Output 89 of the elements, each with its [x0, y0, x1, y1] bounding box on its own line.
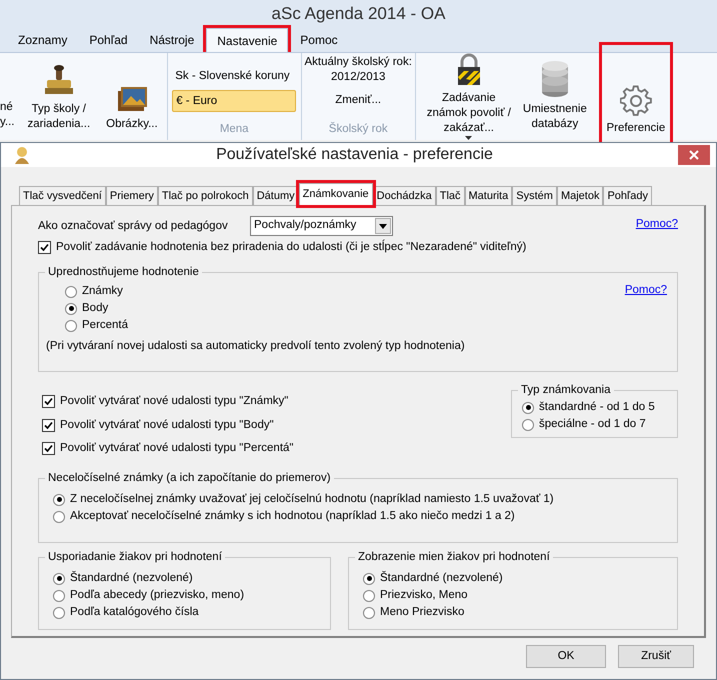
dialog-tab[interactable]: Majetok — [556, 186, 604, 205]
radio-label: Priezvisko, Meno — [380, 588, 468, 603]
ribbon-tab[interactable]: Nastavenie — [206, 28, 288, 52]
check-icon — [44, 397, 53, 406]
radio-button[interactable] — [363, 606, 375, 618]
group-label: Školský rok — [328, 122, 388, 137]
dropdown-caret-icon — [465, 136, 472, 140]
group-title: Zobrazenie mien žiakov pri hodnotení — [355, 550, 553, 564]
radio-label: štandardné - od 1 do 5 — [539, 400, 655, 416]
ribbon-tab[interactable]: Nástroje — [140, 28, 204, 52]
database-button[interactable]: Umiestnenie databázy — [520, 60, 590, 140]
radio-button[interactable] — [522, 418, 534, 431]
radio-button[interactable] — [363, 572, 375, 584]
group-title: Usporiadanie žiakov pri hodnotení — [45, 550, 225, 564]
school-year-caption: Aktuálny školský rok: — [304, 55, 412, 70]
group-title: Uprednostňujeme hodnotenie — [45, 265, 202, 280]
close-icon — [689, 150, 699, 160]
radio-button[interactable] — [53, 590, 65, 602]
checkbox[interactable] — [42, 442, 55, 455]
school-year-value: 2012/2013 — [331, 70, 386, 85]
radio-button[interactable] — [53, 510, 65, 522]
radio-label: Body — [82, 301, 108, 316]
radio-label: Štandardné (nezvolené) — [380, 570, 503, 586]
currency-option[interactable]: Sk - Slovenské koruny — [172, 65, 296, 87]
radio-button[interactable] — [53, 572, 65, 584]
close-button[interactable] — [678, 145, 710, 165]
radio-label: špeciálne - od 1 do 7 — [539, 417, 646, 432]
checkbox[interactable] — [42, 395, 55, 408]
person-icon — [13, 146, 31, 164]
radio-label: Známky — [82, 284, 123, 300]
checkbox-label: Povoliť zadávanie hodnotenia bez priradenia do udalosti (či je stĺpec "Nezaradené" viditeľný) — [56, 239, 526, 255]
radio-button[interactable] — [53, 494, 65, 506]
messages-dropdown[interactable]: Pochvaly/poznámky — [250, 216, 393, 236]
group-title: Neceločíselné známky (a ich započítanie do priemerov) — [45, 471, 334, 485]
radio-button[interactable] — [522, 402, 534, 414]
dialog-tab[interactable]: Maturita — [464, 186, 512, 205]
pictures-button[interactable]: Obrázky... — [103, 85, 161, 140]
dialog-tab[interactable]: Známkovanie — [298, 183, 373, 205]
help-link[interactable]: Pomoc? — [624, 282, 667, 300]
dialog-tab[interactable]: Systém — [512, 186, 557, 205]
radio-label: Percentá — [82, 318, 128, 334]
radio-button[interactable] — [53, 606, 65, 618]
dialog-tab[interactable]: Tlač po polrokoch — [158, 186, 253, 205]
checkbox-label: Povoliť vytvárať nové udalosti typu "Body" — [60, 418, 274, 432]
dialog-title: Používateľské nastavenia - preferencie — [215, 145, 494, 165]
group-label: Mena — [220, 122, 249, 137]
database-icon — [540, 60, 570, 98]
gear-icon — [620, 85, 652, 117]
checkbox[interactable] — [38, 241, 51, 254]
note-text: (Pri vytváraní novej udalosti sa automaticky predvolí tento zvolený typ hodnotenia) — [46, 339, 466, 354]
check-icon — [44, 420, 53, 430]
dialog-tab[interactable]: Tlač — [436, 186, 464, 205]
ok-button[interactable]: OK — [526, 645, 606, 668]
radio-label: Akceptovať neceločíselné známky s ich hodnotou (napríklad 1.5 ako niečo medzi 1 a 2) — [70, 508, 515, 524]
change-button[interactable]: Zmeniť... — [335, 93, 382, 108]
radio-button[interactable] — [363, 590, 375, 602]
currency-option[interactable]: € - Euro — [172, 90, 296, 112]
checkbox-label: Povoliť vytvárať nové udalosti typu "Známky" — [60, 394, 288, 410]
dropdown-arrow-icon — [379, 224, 387, 228]
help-link[interactable]: Pomoc? — [636, 216, 678, 234]
padlock-icon — [456, 53, 482, 87]
radio-button[interactable] — [65, 302, 77, 315]
field-label: Ako označovať správy od pedagógov — [38, 219, 229, 234]
radio-label: Podľa abecedy (priezvisko, meno) — [70, 588, 244, 603]
checkbox-label: Povoliť vytvárať nové udalosti typu "Percentá" — [60, 440, 294, 456]
grades-lock-button[interactable]: Zadávanie známok povoliť / zakázať... — [424, 53, 514, 140]
check-icon — [40, 243, 49, 252]
window-title: aSc Agenda 2014 - OA — [272, 3, 446, 26]
dialog-tab[interactable]: Pohľady — [603, 186, 652, 205]
ribbon-button[interactable]: né y... — [0, 100, 14, 140]
dialog-tab[interactable]: Priemery — [106, 186, 158, 205]
radio-label: Z neceločíselnej známky uvažovať jej celočíselnú hodnotu (napríklad namiesto 1.5 uvažovať 1) — [70, 492, 554, 507]
ribbon-tab[interactable]: Zoznamy — [8, 28, 78, 52]
radio-label: Štandardné (nezvolené) — [70, 570, 193, 586]
check-icon — [44, 444, 53, 453]
preferences-button[interactable]: Preferencie — [602, 45, 670, 144]
pictures-icon — [116, 85, 148, 113]
dialog-tab[interactable]: Dátumy — [252, 186, 299, 205]
radio-label: Meno Priezvisko — [380, 604, 464, 620]
radio-label: Podľa katalógového čísla — [70, 604, 199, 620]
school-type-button[interactable]: Typ školy / zariadenia... — [24, 64, 94, 140]
group-title: Typ známkovania — [518, 383, 614, 398]
checkbox[interactable] — [42, 418, 55, 432]
dialog-tab[interactable]: Tlač vysvedčení — [19, 186, 106, 205]
radio-button[interactable] — [65, 286, 77, 298]
ribbon-tab[interactable]: Pomoc — [290, 28, 348, 52]
radio-button[interactable] — [65, 320, 77, 332]
cancel-button[interactable]: Zrušiť — [618, 645, 694, 668]
ribbon-tab[interactable]: Pohľad — [79, 28, 138, 52]
